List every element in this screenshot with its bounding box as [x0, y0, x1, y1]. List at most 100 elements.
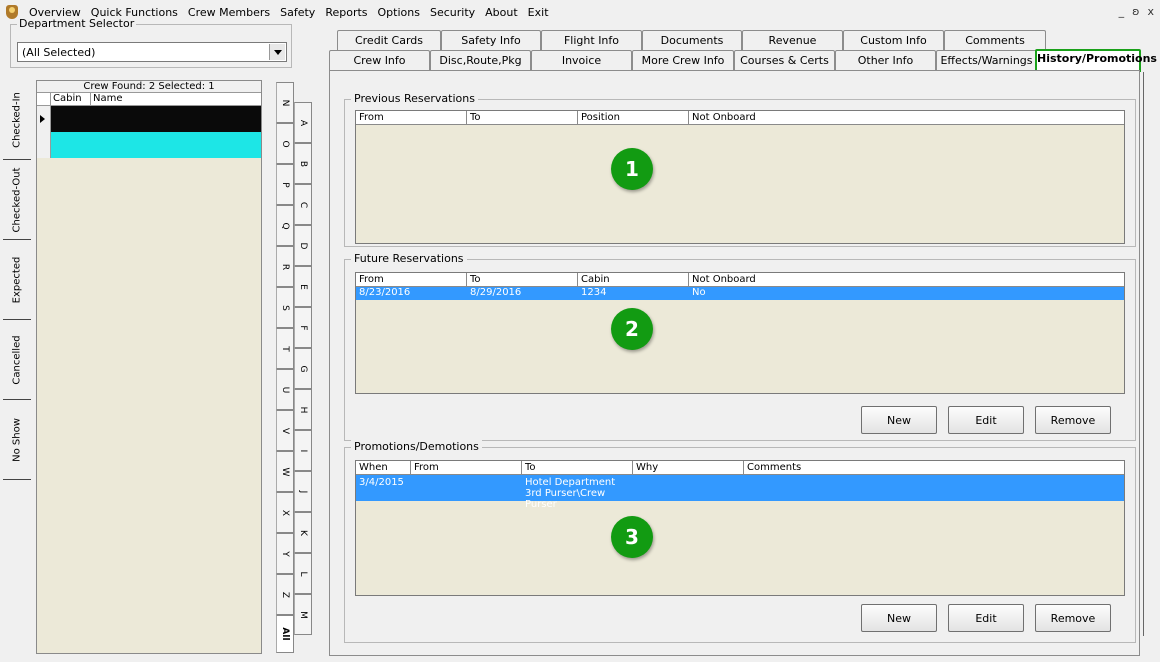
tab-disc-route-pkg[interactable]: Disc,Route,Pkg — [430, 50, 531, 70]
alpha-tab-w[interactable]: W — [276, 451, 294, 492]
column-not-onboard[interactable]: Not Onboard — [689, 273, 1124, 286]
minimize-icon[interactable]: _ — [1119, 5, 1125, 18]
menu-about[interactable]: About — [480, 6, 523, 19]
tab-revenue-analyzer[interactable]: Revenue Analyzer — [742, 30, 843, 66]
tab-history-promotions[interactable]: History/Promotions — [1035, 49, 1157, 72]
menu-crew-members[interactable]: Crew Members — [183, 6, 275, 19]
previous-reservations-grid[interactable]: From To Position Not Onboard — [355, 110, 1125, 244]
column-not-onboard[interactable]: Not Onboard — [689, 111, 1124, 124]
tab-more-crew-info[interactable]: More Crew Info — [632, 50, 734, 70]
alpha-tab-f[interactable]: F — [294, 307, 312, 348]
menu-options[interactable]: Options — [373, 6, 425, 19]
alpha-tab-q[interactable]: Q — [276, 205, 294, 246]
column-comments[interactable]: Comments — [744, 461, 1124, 474]
tab-invoice[interactable]: Invoice — [531, 50, 632, 70]
cell-from: 8/23/2016 — [359, 287, 411, 298]
alpha-tab-label: A — [298, 119, 308, 126]
column-from[interactable]: From — [356, 273, 467, 286]
tab-comments[interactable]: Comments — [944, 30, 1046, 50]
alpha-tab-l[interactable]: L — [294, 553, 312, 594]
callout-badge-3: 3 — [611, 516, 653, 558]
restore-icon[interactable]: ʚ — [1132, 5, 1139, 18]
column-to[interactable]: To — [467, 111, 578, 124]
column-position[interactable]: Position — [578, 111, 689, 124]
alpha-tab-t[interactable]: T — [276, 328, 294, 369]
menu-security[interactable]: Security — [425, 6, 480, 19]
column-when[interactable]: When — [356, 461, 411, 474]
alpha-tab-g[interactable]: G — [294, 348, 312, 389]
tab-checked-in[interactable]: Checked-In — [3, 80, 31, 160]
alpha-tab-s[interactable]: S — [276, 287, 294, 328]
crew-row-redacted[interactable] — [51, 106, 261, 132]
alpha-tab-m[interactable]: M — [294, 594, 312, 635]
alpha-tab-p[interactable]: P — [276, 164, 294, 205]
menu-safety[interactable]: Safety — [275, 6, 320, 19]
alpha-tab-b[interactable]: B — [294, 143, 312, 184]
future-new-button[interactable]: New — [861, 406, 937, 434]
alpha-tab-i[interactable]: I — [294, 430, 312, 471]
tab-flight-info[interactable]: Flight Info — [541, 30, 642, 50]
tab-no-show[interactable]: No Show — [3, 400, 31, 480]
status-tabs: Checked-In Checked-Out Expected Cancelle… — [3, 80, 31, 480]
menu-reports[interactable]: Reports — [320, 6, 372, 19]
column-to[interactable]: To — [467, 273, 578, 286]
tab-safety-info[interactable]: Safety Info — [441, 30, 541, 50]
alpha-tab-x[interactable]: X — [276, 492, 294, 533]
promotions-edit-button[interactable]: Edit — [948, 604, 1024, 632]
alpha-tab-n[interactable]: N — [276, 82, 294, 123]
alpha-tab-d[interactable]: D — [294, 225, 312, 266]
alpha-tab-a[interactable]: A — [294, 102, 312, 143]
department-selector-label: Department Selector — [17, 17, 137, 30]
menu-exit[interactable]: Exit — [523, 6, 554, 19]
chevron-down-icon[interactable] — [269, 44, 285, 60]
table-row[interactable]: 3/4/2015 Hotel Department 3rd Purser\Cre… — [356, 475, 1124, 510]
future-edit-button[interactable]: Edit — [948, 406, 1024, 434]
alpha-tab-z[interactable]: Z — [276, 574, 294, 615]
tab-documents[interactable]: Documents — [642, 30, 742, 50]
promotions-grid[interactable]: When From To Why Comments 3/4/2015 Hotel… — [355, 460, 1125, 596]
cell-from — [411, 477, 522, 501]
tab-cancelled[interactable]: Cancelled — [3, 320, 31, 400]
tab-courses-certs[interactable]: Courses & Certs — [734, 50, 835, 70]
crew-row[interactable] — [37, 106, 261, 132]
alpha-tab-label: S — [280, 304, 290, 311]
future-reservations-grid[interactable]: From To Cabin Not Onboard 8/23/2016 8/29… — [355, 272, 1125, 394]
department-selector-dropdown[interactable]: (All Selected) — [17, 42, 287, 62]
panel-edge — [1140, 72, 1144, 636]
alpha-tab-c[interactable]: C — [294, 184, 312, 225]
column-from[interactable]: From — [411, 461, 522, 474]
grid-header: From To Position Not Onboard — [356, 111, 1124, 125]
alpha-tab-r[interactable]: R — [276, 246, 294, 287]
alpha-tab-all[interactable]: All — [276, 615, 294, 653]
tab-crew-info[interactable]: Crew Info — [329, 50, 430, 70]
alpha-tab-u[interactable]: U — [276, 369, 294, 410]
future-remove-button[interactable]: Remove — [1035, 406, 1111, 434]
column-from[interactable]: From — [356, 111, 467, 124]
alpha-tab-j[interactable]: J — [294, 471, 312, 512]
tab-other-info[interactable]: Other Info — [835, 50, 936, 70]
tab-checked-out[interactable]: Checked-Out — [3, 160, 31, 240]
column-name[interactable]: Name — [91, 93, 261, 105]
crew-row-redacted[interactable] — [51, 132, 261, 158]
close-icon[interactable]: x — [1147, 5, 1154, 18]
table-row[interactable]: 8/23/2016 8/29/2016 1234 No — [356, 287, 1124, 300]
column-to[interactable]: To — [522, 461, 633, 474]
tab-expected[interactable]: Expected — [3, 240, 31, 320]
tab-effects-warnings[interactable]: Effects/Warnings — [936, 50, 1037, 70]
alpha-tab-k[interactable]: K — [294, 512, 312, 553]
alpha-tab-e[interactable]: E — [294, 266, 312, 307]
column-cabin[interactable]: Cabin — [578, 273, 689, 286]
column-cabin[interactable]: Cabin — [51, 93, 91, 105]
alpha-tab-o[interactable]: O — [276, 123, 294, 164]
alpha-tab-v[interactable]: V — [276, 410, 294, 451]
alpha-tab-label: G — [298, 365, 308, 372]
tab-custom-info[interactable]: Custom Info — [843, 30, 944, 50]
tab-credit-cards[interactable]: Credit Cards — [337, 30, 441, 50]
column-why[interactable]: Why — [633, 461, 744, 474]
promotions-remove-button[interactable]: Remove — [1035, 604, 1111, 632]
crew-list[interactable]: Crew Found: 2 Selected: 1 Cabin Name — [36, 80, 262, 654]
alpha-tab-y[interactable]: Y — [276, 533, 294, 574]
alpha-tab-h[interactable]: H — [294, 389, 312, 430]
crew-row[interactable] — [37, 132, 261, 158]
promotions-new-button[interactable]: New — [861, 604, 937, 632]
